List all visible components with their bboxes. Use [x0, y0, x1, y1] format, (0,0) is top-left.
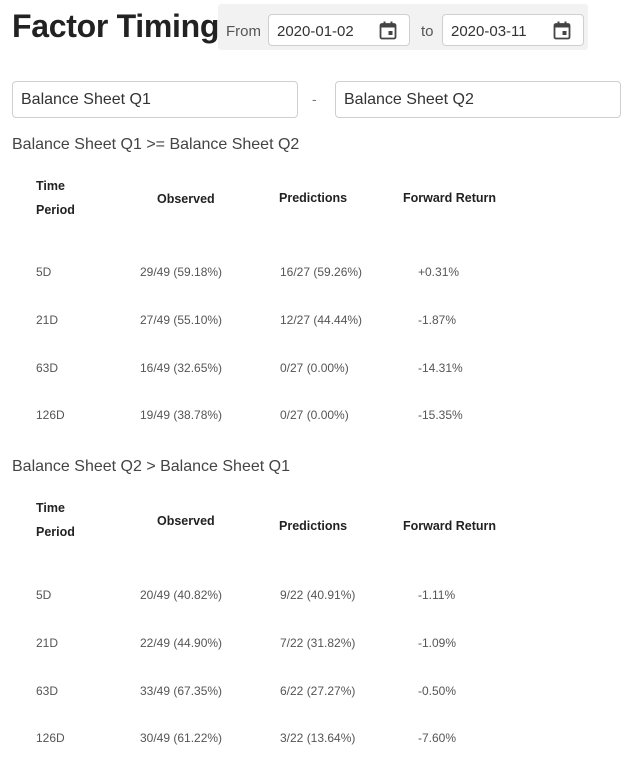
cell-observed: 30/49 (61.22%) [140, 731, 223, 745]
cell-forward-return: -15.35% [418, 408, 463, 422]
column-header-observed: Observed [157, 514, 215, 528]
cell-observed: 19/49 (38.78%) [140, 408, 223, 422]
cell-period: 5D [36, 588, 52, 602]
cell-observed: 20/49 (40.82%) [140, 588, 223, 602]
column-header-period-line2: Period [36, 525, 75, 539]
calendar-icon[interactable] [379, 21, 397, 40]
cell-period: 21D [36, 636, 59, 650]
cell-forward-return: -1.09% [418, 636, 457, 650]
section-title: Balance Sheet Q1 >= Balance Sheet Q2 [12, 136, 300, 153]
date-range-bar: From 2020-01-02 to 2020-03-11 [218, 4, 588, 50]
cell-predictions: 3/22 (13.64%) [280, 731, 356, 745]
column-header-period-line1: Time [36, 179, 65, 193]
section-title: Balance Sheet Q2 > Balance Sheet Q1 [12, 458, 290, 475]
cell-forward-return: -7.60% [418, 731, 457, 745]
calendar-icon[interactable] [553, 21, 571, 40]
right-factor-select[interactable]: Balance Sheet Q2 [335, 81, 621, 118]
start-date-value: 2020-01-02 [277, 23, 354, 40]
column-header-observed: Observed [157, 192, 215, 206]
column-header-period-line1: Time [36, 501, 65, 515]
column-header-period-line2: Period [36, 203, 75, 217]
cell-period: 5D [36, 265, 52, 279]
cell-forward-return: +0.31% [418, 265, 460, 279]
cell-predictions: 16/27 (59.26%) [280, 265, 363, 279]
column-header-period: Time Period [36, 174, 75, 222]
factor-separator: - [312, 91, 317, 107]
cell-predictions: 0/27 (0.00%) [280, 361, 349, 375]
column-header-predictions: Predictions [279, 519, 348, 533]
cell-predictions: 7/22 (31.82%) [280, 636, 356, 650]
cell-observed: 29/49 (59.18%) [140, 265, 223, 279]
start-date-input[interactable]: 2020-01-02 [268, 14, 410, 46]
column-header-period: Time Period [36, 496, 75, 544]
cell-predictions: 12/27 (44.44%) [280, 313, 363, 327]
column-header-forward-return: Forward Return [403, 191, 497, 205]
cell-predictions: 6/22 (27.27%) [280, 684, 356, 698]
cell-forward-return: -0.50% [418, 684, 457, 698]
column-header-forward-return: Forward Return [403, 519, 497, 533]
cell-period: 63D [36, 361, 59, 375]
cell-forward-return: -1.11% [418, 588, 456, 602]
cell-period: 63D [36, 684, 59, 698]
cell-predictions: 9/22 (40.91%) [280, 588, 356, 602]
left-factor-value: Balance Sheet Q1 [21, 91, 151, 108]
cell-period: 126D [36, 731, 65, 745]
column-header-predictions: Predictions [279, 191, 348, 205]
cell-observed: 22/49 (44.90%) [140, 636, 223, 650]
left-factor-select[interactable]: Balance Sheet Q1 [12, 81, 298, 118]
cell-observed: 27/49 (55.10%) [140, 313, 223, 327]
to-label: to [421, 23, 434, 40]
cell-forward-return: -14.31% [418, 361, 463, 375]
cell-period: 126D [36, 408, 65, 422]
cell-observed: 16/49 (32.65%) [140, 361, 223, 375]
end-date-value: 2020-03-11 [451, 23, 527, 40]
cell-period: 21D [36, 313, 59, 327]
right-factor-value: Balance Sheet Q2 [344, 91, 474, 108]
cell-observed: 33/49 (67.35%) [140, 684, 223, 698]
end-date-input[interactable]: 2020-03-11 [442, 14, 584, 46]
cell-forward-return: -1.87% [418, 313, 457, 327]
cell-predictions: 0/27 (0.00%) [280, 408, 349, 422]
page-title: Factor Timing [12, 8, 220, 44]
from-label: From [226, 23, 261, 40]
